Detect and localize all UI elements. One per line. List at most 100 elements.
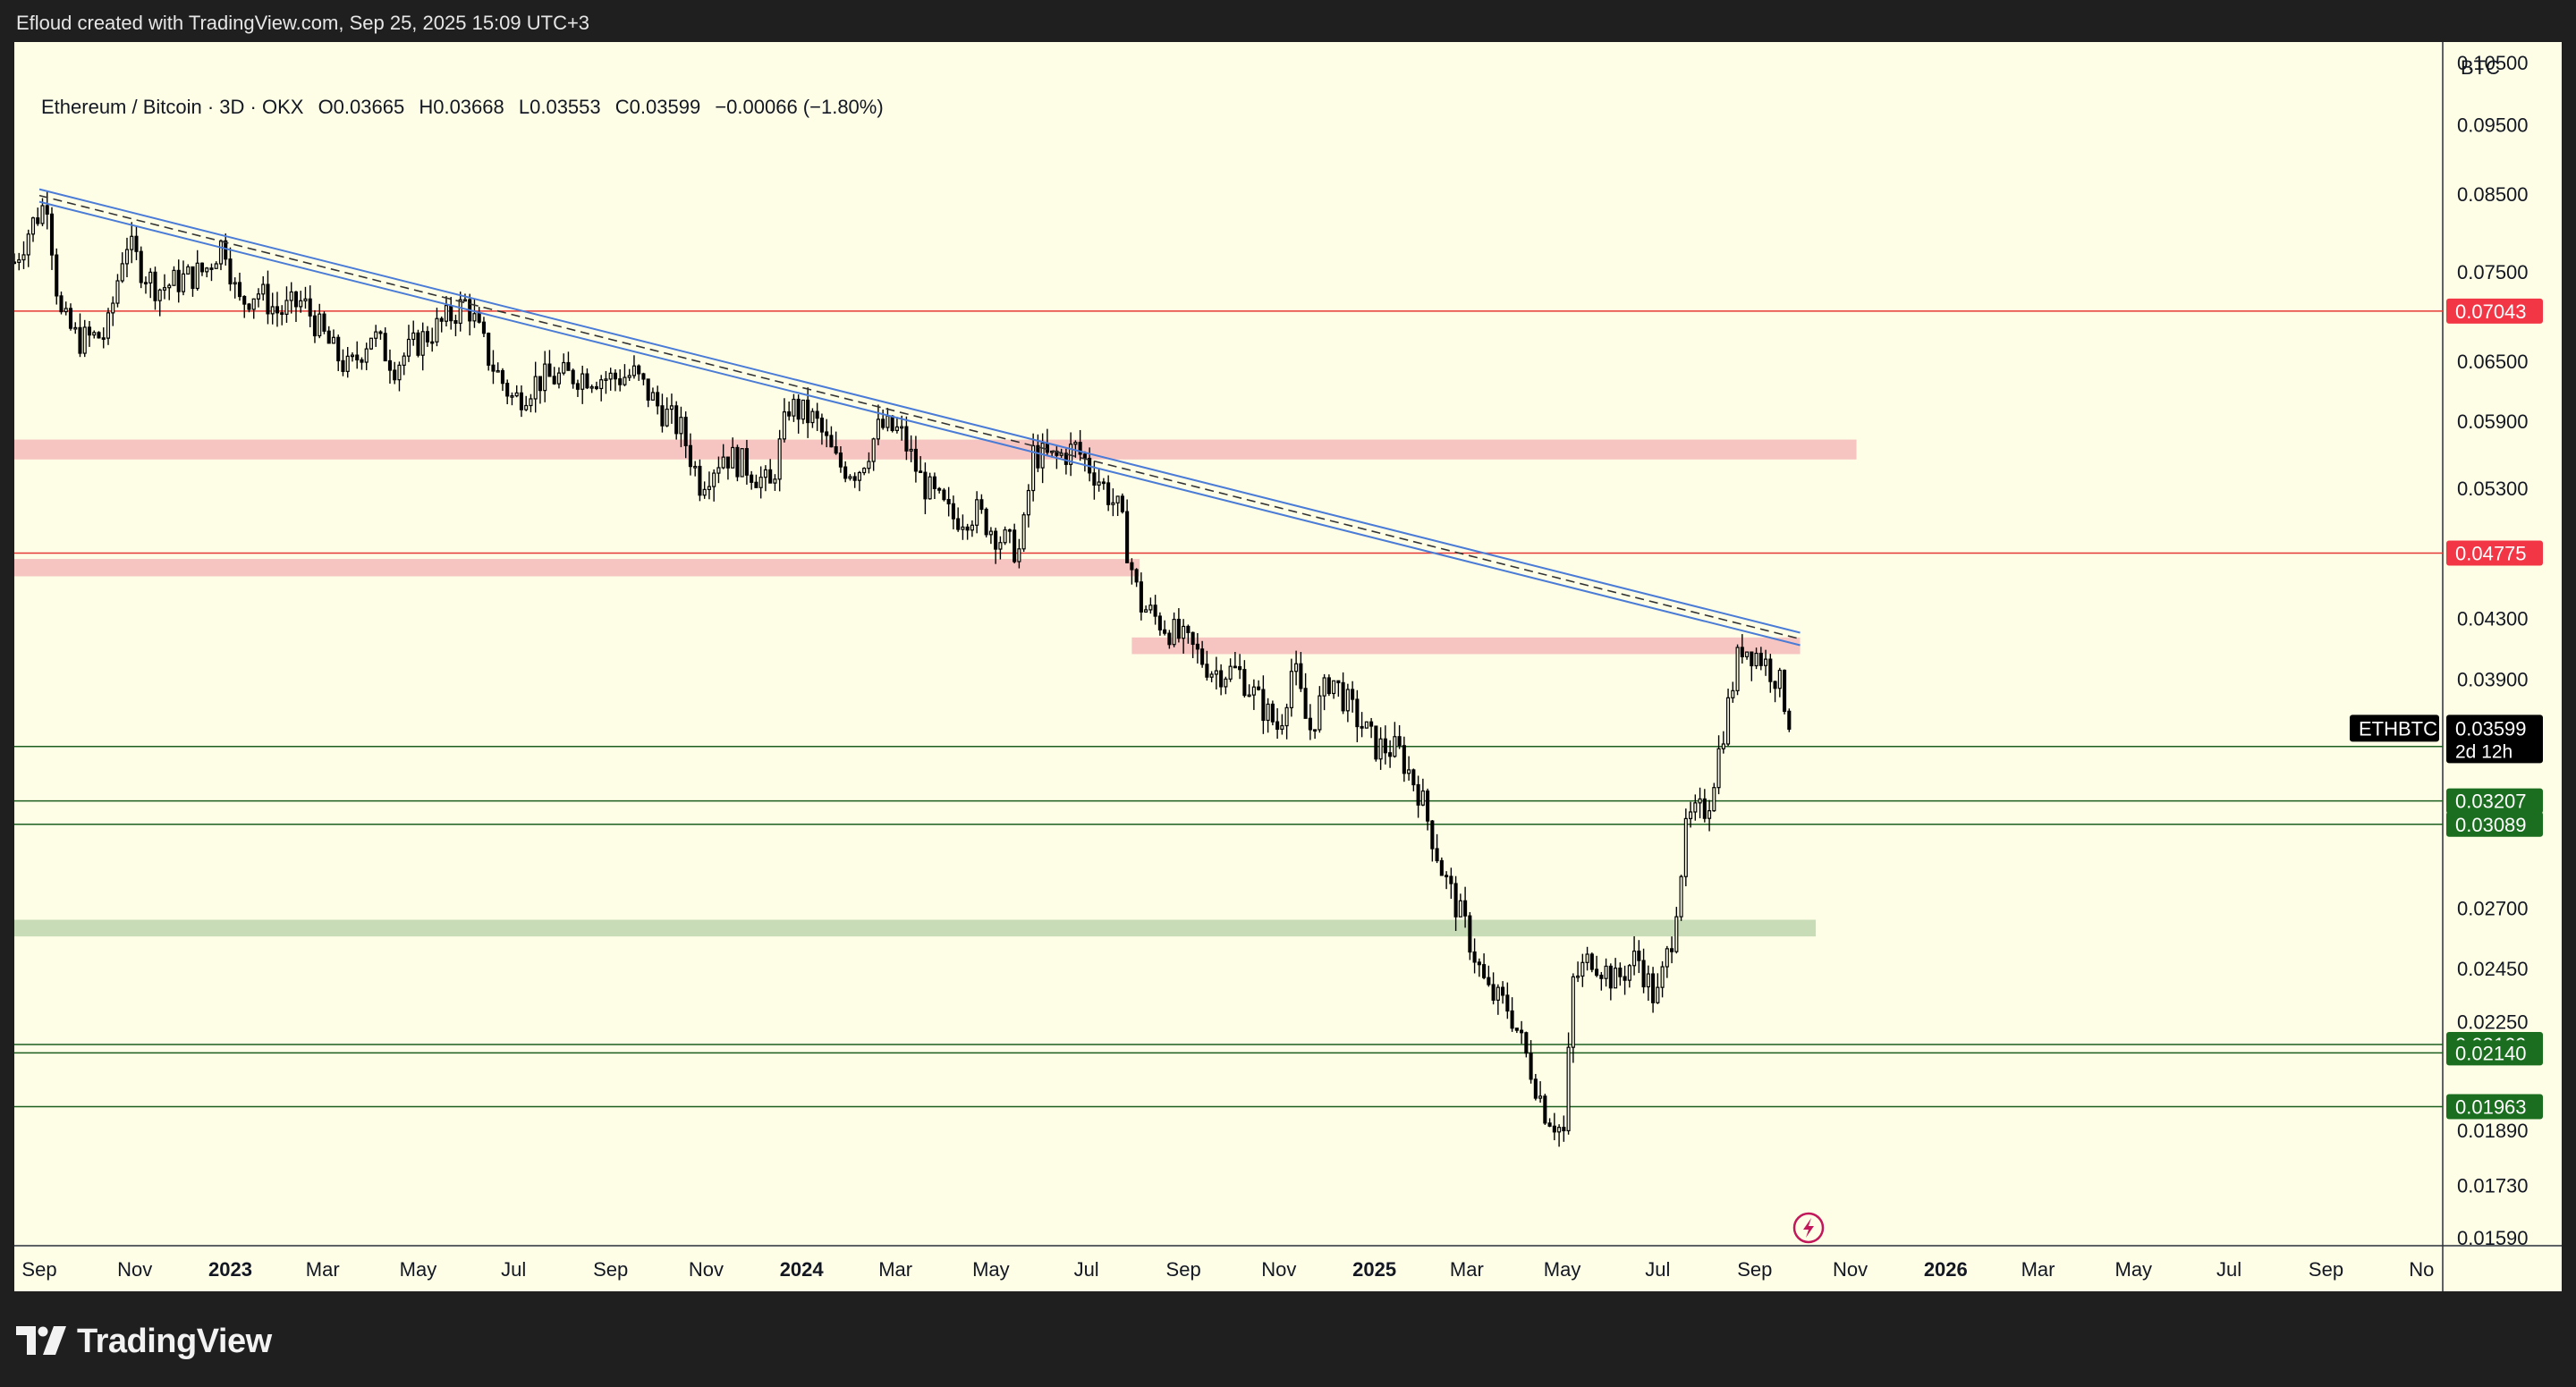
candle-body — [829, 435, 834, 448]
time-tick-label: May — [400, 1258, 437, 1281]
candle-body — [341, 359, 345, 372]
candle-body — [984, 508, 988, 536]
price-tick-label: 0.05300 — [2457, 478, 2529, 500]
candle-body — [538, 376, 542, 392]
legend-symbol[interactable]: Ethereum / Bitcoin · 3D · OKX — [41, 96, 303, 118]
price-tick-label: 0.04300 — [2457, 607, 2529, 630]
candle-body — [1308, 717, 1312, 731]
candle-body — [411, 332, 416, 341]
candle-body — [115, 280, 120, 304]
candle-body — [1139, 581, 1143, 613]
time-tick-label: Jul — [501, 1258, 526, 1281]
candle-body — [631, 365, 636, 376]
support-price-tag[interactable]: 0.02140 — [2455, 1042, 2527, 1064]
support-price-tag[interactable]: 0.03089 — [2455, 814, 2527, 836]
resistance-price-tag[interactable]: 0.07043 — [2455, 300, 2527, 323]
candle-body — [416, 332, 420, 356]
candle-body — [1341, 681, 1345, 712]
candle-body — [1157, 615, 1162, 630]
resistance-zone[interactable] — [14, 439, 1857, 460]
resistance-price-tag[interactable]: 0.04775 — [2455, 542, 2527, 564]
symbol-badge[interactable]: ETHBTC — [2359, 717, 2437, 740]
candle-body — [1496, 986, 1500, 1001]
candle-body — [1322, 677, 1326, 697]
candle-body — [669, 405, 674, 410]
candle-body — [646, 378, 650, 401]
time-tick-label: Sep — [21, 1258, 56, 1281]
currency-label[interactable]: BTC — [2461, 56, 2500, 79]
candle-body — [1345, 689, 1350, 712]
candle-body — [205, 267, 209, 273]
candle-body — [487, 333, 491, 366]
time-tick-label: Nov — [1833, 1258, 1868, 1281]
price-tick-label: 0.08500 — [2457, 183, 2529, 206]
candle-body — [21, 254, 26, 261]
candle-body — [1487, 977, 1491, 985]
candle-body — [543, 363, 547, 392]
candle-body — [148, 271, 153, 283]
candle-body — [998, 542, 1003, 550]
time-axis-panel[interactable] — [14, 1246, 2443, 1291]
candle-body — [1735, 647, 1740, 691]
candle-body — [1120, 495, 1124, 512]
candle-body — [1501, 986, 1505, 996]
legend-open: O0.03665 — [318, 96, 405, 118]
candle-body — [1153, 605, 1157, 617]
candle-body — [1420, 790, 1425, 806]
current-price-value[interactable]: 0.03599 — [2455, 717, 2527, 740]
candle-body — [1176, 618, 1181, 639]
support-price-tag[interactable]: 0.03207 — [2455, 791, 2527, 813]
time-tick-label: Mar — [2021, 1258, 2055, 1281]
candle-body — [256, 293, 261, 300]
candle-body — [693, 465, 698, 469]
price-tick-label: 0.03900 — [2457, 668, 2529, 690]
time-tick-label: 2023 — [208, 1258, 252, 1281]
time-tick-label: Nov — [1261, 1258, 1296, 1281]
candle-body — [218, 240, 224, 265]
candle-body — [1632, 951, 1637, 967]
chart-canvas[interactable]: 0.105000.095000.085000.075000.065000.059… — [14, 42, 2562, 1291]
candle-body — [1374, 725, 1378, 760]
candle-body — [1731, 689, 1735, 698]
time-tick-label: Mar — [1450, 1258, 1484, 1281]
candle-body — [1505, 994, 1510, 1012]
candle-body — [491, 364, 496, 372]
support-price-tag[interactable]: 0.01963 — [2455, 1095, 2527, 1118]
time-tick-label: May — [2115, 1258, 2153, 1281]
candle-body — [1599, 974, 1604, 979]
candle-body — [1777, 669, 1782, 689]
candle-body — [1214, 670, 1218, 675]
candle-body — [834, 446, 838, 454]
candle-body — [1313, 729, 1318, 732]
candle-body — [1637, 951, 1641, 961]
candle-body — [162, 287, 167, 291]
candle-body — [1205, 664, 1209, 678]
price-tick-label: 0.05900 — [2457, 410, 2529, 433]
candle-body — [284, 300, 289, 316]
candle-body — [1326, 677, 1331, 695]
candle-body — [979, 499, 984, 511]
candle-body — [280, 312, 284, 316]
candle-body — [1608, 965, 1613, 989]
legend-low: L0.03553 — [518, 96, 601, 118]
candle-body — [1402, 745, 1406, 774]
support-zone[interactable] — [14, 919, 1817, 937]
resistance-zone[interactable] — [14, 559, 1140, 577]
candle-body — [172, 269, 176, 286]
candle-body — [1388, 752, 1393, 757]
candle-body — [420, 331, 425, 356]
candle-body — [698, 465, 702, 496]
candle-body — [1445, 875, 1449, 877]
candle-body — [1242, 669, 1247, 697]
candle-body — [458, 299, 462, 325]
candle-body — [758, 477, 763, 488]
candle-body — [181, 273, 186, 292]
resistance-zone[interactable] — [1131, 637, 1801, 655]
candle-body — [928, 476, 932, 500]
candle-body — [1407, 769, 1411, 774]
candle-body — [505, 383, 510, 397]
tradingview-logo-icon — [16, 1326, 68, 1357]
candle-body — [571, 369, 575, 385]
candle-body — [604, 378, 608, 381]
candle-body — [1702, 798, 1707, 819]
